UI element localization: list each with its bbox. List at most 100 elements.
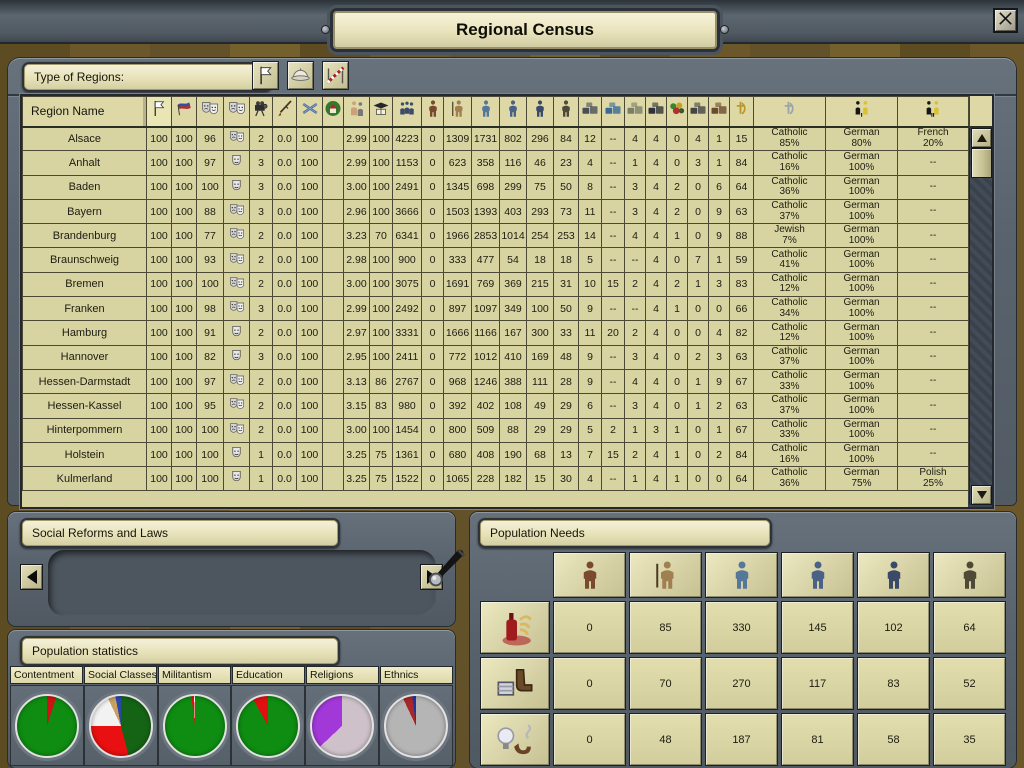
scroll-down-button[interactable] (971, 485, 992, 505)
column-header-mood-masks[interactable] (224, 97, 250, 127)
column-header-ethnic-pair-1[interactable] (826, 97, 898, 127)
column-header-mills[interactable] (625, 97, 646, 127)
scroll-up-button[interactable] (971, 128, 992, 148)
census-row[interactable]: Hessen-Kassel1001009520.01003.1583980039… (23, 394, 969, 418)
census-cell: 4 (579, 151, 602, 175)
column-header-mines[interactable] (688, 97, 709, 127)
census-cell: 98 (197, 297, 224, 321)
region-name-header[interactable]: Region Name (23, 97, 147, 127)
census-cell: 100 (172, 151, 197, 175)
census-cell: 29 (527, 418, 554, 442)
column-header-railroad[interactable] (297, 97, 323, 127)
census-row[interactable]: Hamburg1001009120.01002.9710033310166611… (23, 321, 969, 345)
column-header-farmer[interactable] (444, 97, 472, 127)
census-row[interactable]: Hinterpommern10010010020.01003.001001454… (23, 418, 969, 442)
column-header-official[interactable] (554, 97, 579, 127)
census-cell: 95 (197, 394, 224, 418)
census-row[interactable]: Holstein10010010010.01003.25751361068040… (23, 442, 969, 466)
column-header-factories[interactable] (579, 97, 602, 127)
tab-ethnics[interactable]: Ethnics (380, 666, 453, 684)
census-row[interactable]: Bayern1001008830.01002.96100366601503139… (23, 199, 969, 223)
census-row[interactable]: Brandenburg1001007720.01003.237063410196… (23, 224, 969, 248)
column-header-rifle[interactable] (273, 97, 297, 127)
census-cell: 100 (370, 418, 393, 442)
census-cell: 1966 (444, 224, 472, 248)
census-cell (323, 127, 344, 151)
census-cell: 769 (472, 272, 500, 296)
tab-religions[interactable]: Religions (306, 666, 379, 684)
census-row[interactable]: Kulmerland10010010010.01003.257515220106… (23, 467, 969, 491)
census-cell: -- (602, 345, 625, 369)
column-header-gold[interactable] (730, 97, 754, 127)
railroad-regions-button[interactable] (322, 61, 349, 90)
census-cell: 1393 (472, 199, 500, 223)
column-header-health[interactable] (344, 97, 370, 127)
column-header-white-flag[interactable] (147, 97, 172, 127)
census-cell: 29 (554, 394, 579, 418)
needs-value-cell: 270 (705, 657, 778, 710)
census-scrollbar[interactable] (969, 128, 992, 505)
craftsman-icon (803, 556, 833, 594)
census-row[interactable]: Bremen10010010020.01003.0010030750169176… (23, 272, 969, 296)
column-header-ports[interactable] (602, 97, 625, 127)
column-header-housing[interactable] (323, 97, 344, 127)
column-header-upper-class[interactable] (422, 97, 444, 127)
census-row[interactable]: Anhalt1001009730.01002.99100115306233581… (23, 151, 969, 175)
census-cell: 3 (625, 199, 646, 223)
census-cell: 2 (250, 321, 273, 345)
railways-icon (647, 98, 665, 119)
column-header-forges[interactable] (709, 97, 730, 127)
needs-value-cell: 102 (857, 601, 930, 654)
ethnic-minor-cell: -- (898, 248, 969, 272)
census-cell: 0 (422, 272, 444, 296)
census-cell: 4 (646, 321, 667, 345)
population-needs-table: 085330145102640702701178352048187815835 (480, 552, 1006, 766)
column-header-railways[interactable] (646, 97, 667, 127)
ethnic-minor-cell: -- (898, 297, 969, 321)
census-row[interactable]: Baden10010010030.01003.00100249101345698… (23, 175, 969, 199)
colonial-regions-button[interactable] (287, 61, 314, 90)
census-row[interactable]: Hannover1001008230.01002.951002411077210… (23, 345, 969, 369)
census-row[interactable]: Braunschweig1001009320.01002.98100900033… (23, 248, 969, 272)
census-cell: 100 (297, 272, 323, 296)
census-cell: 70 (370, 224, 393, 248)
tab-education[interactable]: Education (232, 666, 305, 684)
census-cell: 4 (688, 127, 709, 151)
column-header-ethnic-pair-2[interactable] (898, 97, 969, 127)
column-header-worker[interactable] (472, 97, 500, 127)
census-row[interactable]: Hessen-Darmstadt1001009720.01003.1386276… (23, 369, 969, 393)
tab-social-classes[interactable]: Social Classes (84, 666, 157, 684)
census-cell: 1309 (444, 127, 472, 151)
column-header-national-flag[interactable] (172, 97, 197, 127)
column-header-theater-masks[interactable] (197, 97, 224, 127)
census-cell: 1361 (393, 442, 422, 466)
census-cell: 100 (147, 297, 172, 321)
national-regions-button[interactable] (252, 61, 279, 90)
close-button[interactable] (993, 8, 1018, 33)
column-header-craftsman[interactable] (500, 97, 527, 127)
religion-cell: Catholic33% (754, 369, 826, 393)
census-cell: 100 (297, 127, 323, 151)
census-cell: 349 (500, 297, 527, 321)
reforms-scroll-left-button[interactable] (20, 564, 43, 590)
column-header-market[interactable] (667, 97, 688, 127)
column-header-gold-inactive[interactable] (754, 97, 826, 127)
census-cell: 2 (709, 394, 730, 418)
census-row[interactable]: Alsace1001009620.01002.99100422301309173… (23, 127, 969, 151)
census-row[interactable]: Franken1001009830.01002.9910024920897109… (23, 297, 969, 321)
census-cell: 3.25 (344, 442, 370, 466)
railroad-icon (301, 98, 319, 119)
column-header-camera[interactable] (250, 97, 273, 127)
census-cell: 2 (667, 199, 688, 223)
scroll-thumb[interactable] (971, 148, 992, 178)
tab-contentment[interactable]: Contentment (10, 666, 83, 684)
forges-icon (710, 98, 728, 119)
tab-militantism[interactable]: Militantism (158, 666, 231, 684)
census-cell: 108 (500, 394, 527, 418)
column-header-education[interactable] (370, 97, 393, 127)
mood-masks-cell (224, 272, 250, 296)
column-header-population[interactable] (393, 97, 422, 127)
column-header-soldier[interactable] (527, 97, 554, 127)
census-cell: 4 (646, 442, 667, 466)
needs-column-upper-class (553, 552, 626, 598)
